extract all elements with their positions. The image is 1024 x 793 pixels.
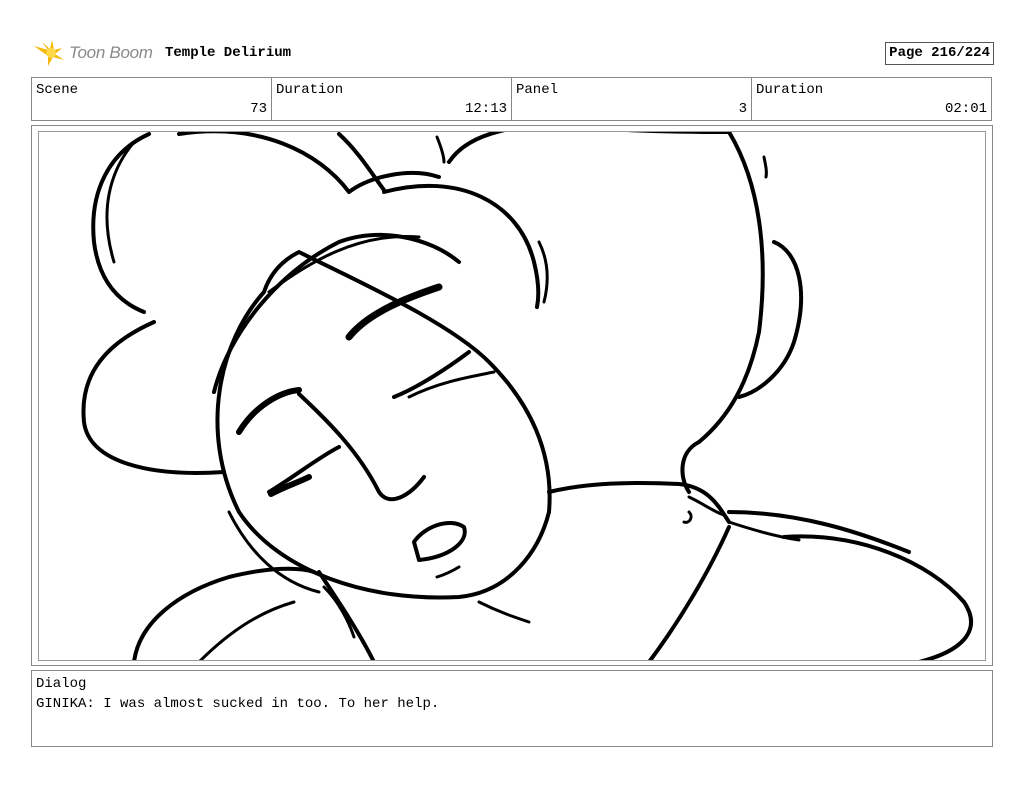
dialog-text: GINIKA: I was almost sucked in too. To h… [36, 696, 440, 712]
scene-duration-label: Duration [276, 82, 344, 98]
scene-label: Scene [36, 82, 79, 98]
toon-boom-logo: Toon Boom [32, 36, 153, 70]
panel-duration-label: Duration [756, 82, 824, 98]
panel-drawing-area [38, 131, 986, 661]
dialog-label: Dialog [36, 676, 87, 692]
panel-duration-cell: Duration 02:01 [752, 78, 991, 120]
page-header: Toon Boom Temple Delirium Page 216/224 [32, 36, 994, 72]
scene-duration-value: 12:13 [464, 101, 507, 117]
scene-info-table: Scene 73 Duration 12:13 Panel 3 Duration… [31, 77, 992, 121]
dialog-box: Dialog GINIKA: I was almost sucked in to… [31, 670, 993, 747]
star-burst-icon [34, 40, 64, 66]
page-number: Page 216/224 [885, 42, 994, 65]
scene-duration-cell: Duration 12:13 [272, 78, 512, 120]
panel-label: Panel [516, 82, 559, 98]
brand-name: Toon Boom [69, 43, 153, 62]
scene-cell: Scene 73 [32, 78, 272, 120]
scene-value: 73 [250, 101, 267, 117]
panel-cell: Panel 3 [512, 78, 752, 120]
storyboard-panel [31, 125, 993, 666]
panel-value: 3 [738, 101, 747, 117]
sketch-drawing [81, 132, 973, 660]
panel-duration-value: 02:01 [944, 101, 987, 117]
project-title: Temple Delirium [165, 45, 292, 61]
